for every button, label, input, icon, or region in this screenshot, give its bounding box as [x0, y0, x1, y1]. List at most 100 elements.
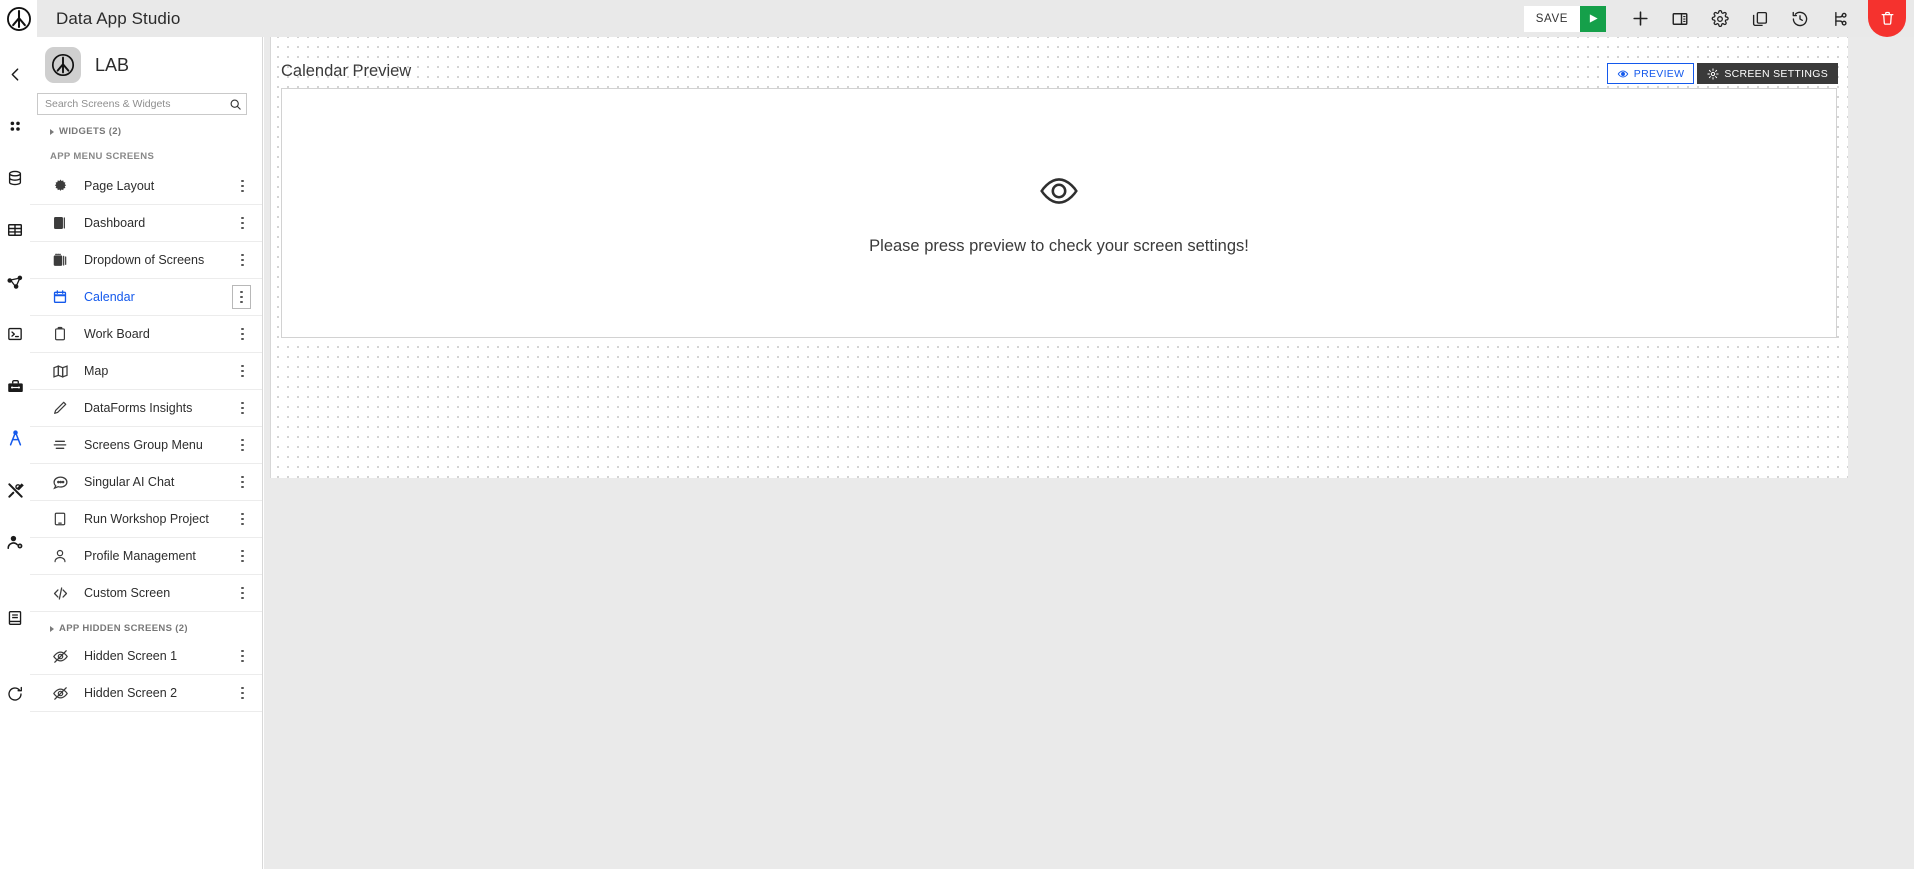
kebab-menu-icon[interactable]	[234, 508, 251, 530]
sidebar-item-calendar[interactable]: Calendar	[30, 279, 262, 316]
rail-item-toolbox[interactable]	[0, 371, 30, 401]
sidebar-item-label: Dropdown of Screens	[84, 253, 205, 267]
preview-button-label: PREVIEW	[1633, 67, 1685, 80]
rail-item-terminal[interactable]	[0, 319, 30, 349]
workspace-logo-icon	[45, 47, 81, 83]
sidebar-item-map[interactable]: Map	[30, 353, 262, 390]
gear-burst-icon	[50, 176, 70, 196]
search-input[interactable]	[38, 98, 224, 110]
dashboard-icon	[50, 213, 70, 233]
history-button[interactable]	[1785, 0, 1815, 37]
save-button[interactable]: SAVE	[1523, 5, 1580, 32]
delete-button[interactable]	[1868, 0, 1906, 37]
rail-item-apps[interactable]	[0, 111, 30, 141]
preview-button[interactable]: PREVIEW	[1606, 63, 1695, 84]
eye-off-icon	[50, 646, 70, 666]
sidebar-item-label: Page Layout	[84, 179, 155, 193]
screen-settings-button[interactable]: SCREEN SETTINGS	[1697, 63, 1838, 84]
panel-layout-icon	[1672, 12, 1688, 25]
git-branch-icon	[1835, 11, 1847, 26]
caret-right-icon	[50, 625, 54, 632]
board-actions: PREVIEW SCREEN SETTINGS	[1606, 63, 1838, 84]
plus-icon	[1632, 11, 1648, 26]
sidebar-item-work-board[interactable]: Work Board	[30, 316, 262, 353]
kebab-menu-icon[interactable]	[234, 682, 251, 704]
kebab-menu-icon[interactable]	[234, 471, 251, 493]
panel-layout-button[interactable]	[1665, 0, 1695, 37]
rail-item-docs[interactable]	[0, 603, 30, 633]
sidebar-item-screens-group-menu[interactable]: Screens Group Menu	[30, 427, 262, 464]
kebab-menu-icon[interactable]	[234, 360, 251, 382]
clipboard-icon	[50, 324, 70, 344]
rail-item-designer[interactable]	[0, 423, 30, 453]
play-icon	[1589, 14, 1598, 23]
top-bar: Data App Studio SAVE	[0, 0, 1914, 37]
kebab-menu-icon[interactable]	[234, 545, 251, 567]
kebab-menu-icon[interactable]	[234, 212, 251, 234]
rail-item-refresh[interactable]	[0, 679, 30, 709]
add-button[interactable]	[1625, 0, 1655, 37]
chat-bubble-icon	[50, 472, 70, 492]
hidden-screens-section-toggle[interactable]: APP HIDDEN SCREENS (2)	[50, 623, 262, 634]
eye-icon	[1617, 69, 1629, 78]
dropdown-stack-icon	[50, 250, 70, 270]
rail-item-tools[interactable]	[0, 475, 30, 505]
pencil-icon	[50, 398, 70, 418]
kebab-menu-icon[interactable]	[234, 175, 251, 197]
run-button[interactable]	[1580, 5, 1606, 32]
tablet-icon	[50, 509, 70, 529]
rail-item-user-admin[interactable]	[0, 527, 30, 557]
sidebar-item-dropdown-of-screens[interactable]: Dropdown of Screens	[30, 242, 262, 279]
save-run-group: SAVE	[1523, 5, 1606, 32]
duplicate-button[interactable]	[1745, 0, 1775, 37]
eye-off-icon	[50, 683, 70, 703]
map-icon	[50, 361, 70, 381]
sidebar-item-custom-screen[interactable]: Custom Screen	[30, 575, 262, 612]
empty-state-message: Please press preview to check your scree…	[869, 237, 1249, 255]
sidebar-item-profile-management[interactable]: Profile Management	[30, 538, 262, 575]
kebab-menu-icon[interactable]	[234, 249, 251, 271]
kebab-menu-icon[interactable]	[234, 397, 251, 419]
sidebar-item-singular-ai-chat[interactable]: Singular AI Chat	[30, 464, 262, 501]
chevron-left-icon	[11, 67, 18, 81]
toolbox-icon	[7, 379, 23, 392]
branch-button[interactable]	[1825, 0, 1855, 37]
kebab-menu-icon[interactable]	[232, 285, 251, 309]
rail-item-database[interactable]	[0, 163, 30, 193]
rail-item-table[interactable]	[0, 215, 30, 245]
kebab-menu-icon[interactable]	[234, 582, 251, 604]
eye-icon	[1035, 170, 1083, 217]
sidebar-item-hidden-screen-1[interactable]: Hidden Screen 1	[30, 638, 262, 675]
calendar-icon	[50, 287, 70, 307]
sidebar-item-run-workshop-project[interactable]: Run Workshop Project	[30, 501, 262, 538]
search-button[interactable]	[224, 93, 246, 115]
preview-empty-state: Please press preview to check your scree…	[281, 88, 1837, 338]
screen-board[interactable]: Calendar Preview PREVIEW SCREEN SETTINGS	[270, 37, 1848, 478]
rail-item-graph[interactable]	[0, 267, 30, 297]
sidebar-item-page-layout[interactable]: Page Layout	[30, 168, 262, 205]
app-logo-icon[interactable]	[0, 0, 37, 37]
kebab-menu-icon[interactable]	[234, 645, 251, 667]
sidebar-item-label: Profile Management	[84, 549, 196, 563]
screwdriver-wrench-icon	[7, 482, 24, 498]
sidebar-item-dashboard[interactable]: Dashboard	[30, 205, 262, 242]
settings-button[interactable]	[1705, 0, 1735, 37]
code-tags-icon	[50, 583, 70, 603]
sidebar-item-label: Map	[84, 364, 109, 378]
kebab-menu-icon[interactable]	[234, 434, 251, 456]
sidebar-item-label: Calendar	[84, 290, 135, 304]
network-graph-icon	[7, 275, 23, 289]
screens-sidebar: LAB WIDGETS (2) APP MENU SCREENS Page La…	[30, 37, 263, 869]
sidebar-item-label: Work Board	[84, 327, 150, 341]
gear-icon	[1711, 9, 1729, 27]
copy-icon	[1752, 11, 1768, 26]
board-title: Calendar Preview	[281, 62, 412, 80]
sidebar-item-hidden-screen-2[interactable]: Hidden Screen 2	[30, 675, 262, 712]
sidebar-item-dataforms-insights[interactable]: DataForms Insights	[30, 390, 262, 427]
collapse-rail[interactable]	[0, 59, 30, 89]
sidebar-item-label: Hidden Screen 2	[84, 686, 178, 700]
kebab-menu-icon[interactable]	[234, 323, 251, 345]
sidebar-item-label: Run Workshop Project	[84, 512, 209, 526]
widgets-section-toggle[interactable]: WIDGETS (2)	[50, 126, 262, 137]
app-menu-screens-label: APP MENU SCREENS	[50, 151, 155, 162]
